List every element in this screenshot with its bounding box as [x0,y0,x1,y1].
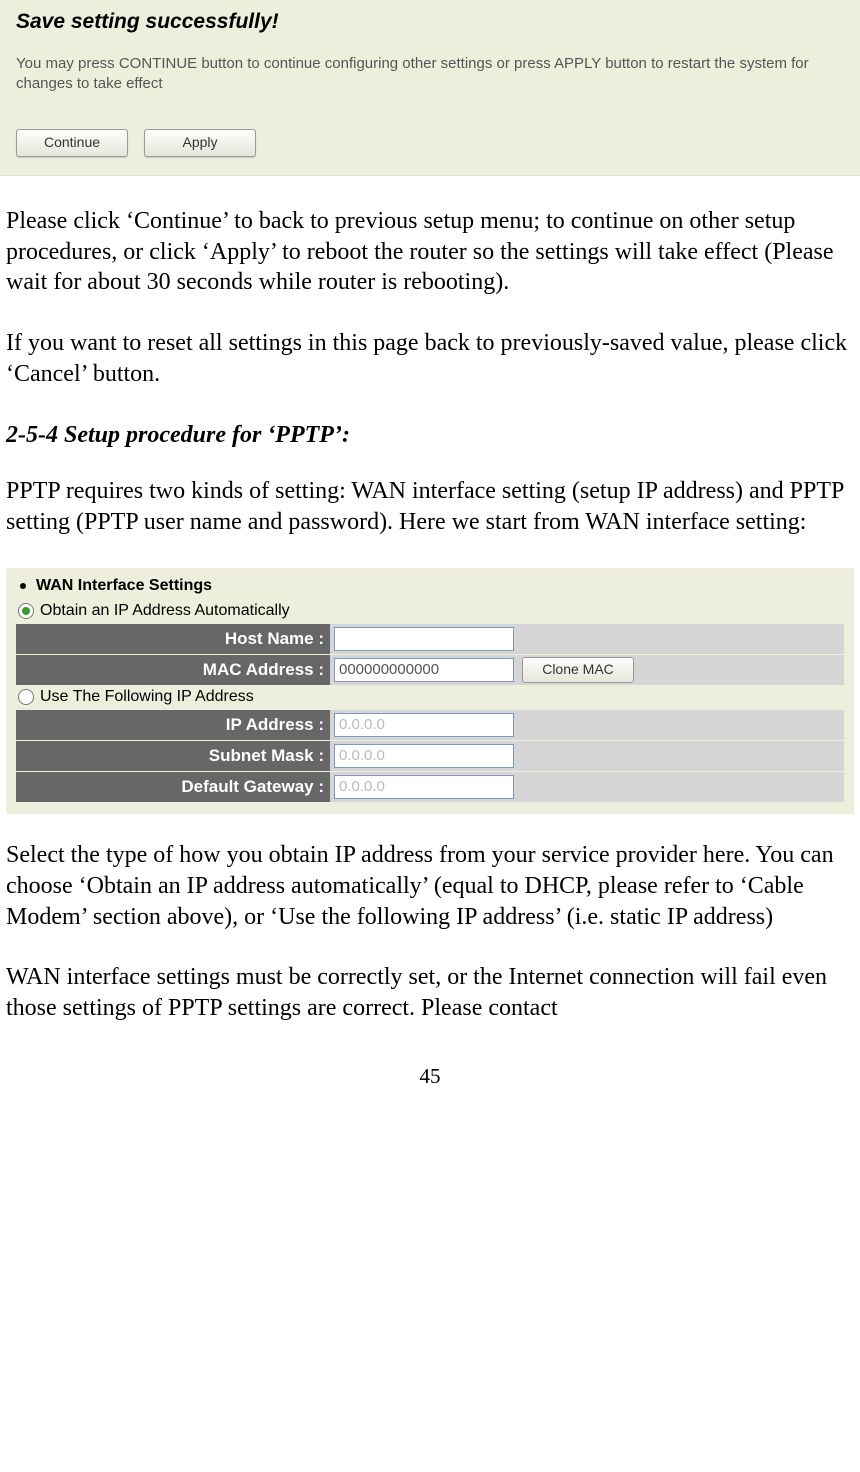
ip-address-label: IP Address : [16,710,330,740]
subnet-mask-label: Subnet Mask : [16,741,330,771]
mac-address-row: MAC Address : Clone MAC [16,654,844,685]
button-row: Continue Apply [12,129,848,157]
save-title: Save setting successfully! [12,6,848,54]
mac-address-input[interactable] [334,658,514,682]
radio-obtain-auto[interactable]: Obtain an IP Address Automatically [16,599,844,623]
host-name-label: Host Name : [16,624,330,654]
paragraph-5: WAN interface settings must be correctly… [6,962,854,1023]
paragraph-4: Select the type of how you obtain IP add… [6,840,854,932]
host-name-row: Host Name : [16,623,844,654]
ip-address-cell [330,710,844,740]
wan-title: WAN Interface Settings [36,576,212,596]
mac-address-label: MAC Address : [16,655,330,685]
radio-icon [18,689,34,705]
host-name-input[interactable] [334,627,514,651]
radio-label: Use The Following IP Address [40,687,254,707]
default-gateway-input[interactable] [334,775,514,799]
apply-button[interactable]: Apply [144,129,256,157]
continue-button[interactable]: Continue [16,129,128,157]
wan-title-row: WAN Interface Settings [20,576,844,596]
bullet-icon [20,583,26,589]
paragraph-2: If you want to reset all settings in thi… [6,328,854,389]
wan-interface-panel: WAN Interface Settings Obtain an IP Addr… [6,568,854,814]
radio-label: Obtain an IP Address Automatically [40,601,290,621]
paragraph-1: Please click ‘Continue’ to back to previ… [6,206,854,298]
subnet-mask-row: Subnet Mask : [16,740,844,771]
default-gateway-row: Default Gateway : [16,771,844,802]
save-setting-panel: Save setting successfully! You may press… [0,0,860,176]
ip-address-input[interactable] [334,713,514,737]
default-gateway-label: Default Gateway : [16,772,330,802]
subnet-mask-cell [330,741,844,771]
paragraph-3: PPTP requires two kinds of setting: WAN … [6,476,854,537]
section-heading: 2-5-4 Setup procedure for ‘PPTP’: [6,420,854,451]
mac-address-cell: Clone MAC [330,655,844,685]
document-body: Please click ‘Continue’ to back to previ… [0,176,860,1034]
radio-icon [18,603,34,619]
ip-address-row: IP Address : [16,709,844,740]
page-number: 45 [0,1034,860,1105]
host-name-cell [330,624,844,654]
save-message: You may press CONTINUE button to continu… [12,54,848,129]
radio-use-following[interactable]: Use The Following IP Address [16,685,844,709]
clone-mac-button[interactable]: Clone MAC [522,657,634,683]
default-gateway-cell [330,772,844,802]
subnet-mask-input[interactable] [334,744,514,768]
